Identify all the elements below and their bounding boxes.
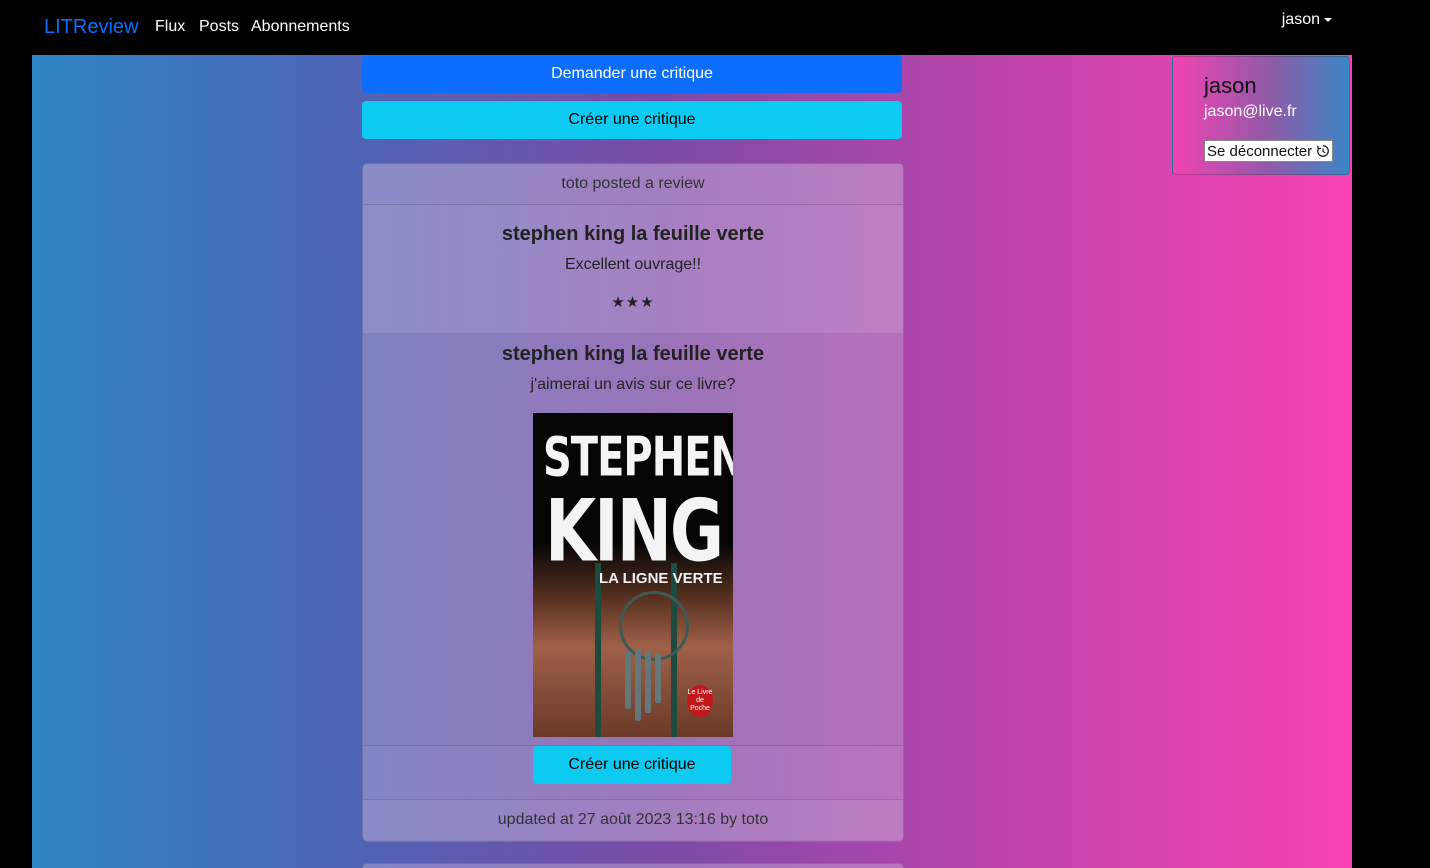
key-shape (635, 649, 641, 721)
create-review-button[interactable]: Créer une critique (362, 101, 902, 139)
logout-label: Se déconnecter (1207, 142, 1313, 160)
review-body: Excellent ouvrage!! (564, 256, 702, 273)
cover-author-line1: STEPHEN (543, 427, 733, 490)
caret-down-icon (1324, 17, 1332, 22)
user-menu-label: jason (1281, 11, 1320, 28)
nav-link-abonnements[interactable]: Abonnements (251, 18, 350, 36)
nav-link-flux[interactable]: Flux (155, 18, 185, 36)
create-review-from-ticket-button[interactable]: Créer une critique (533, 746, 731, 784)
logout-button[interactable]: Se déconnecter (1204, 140, 1334, 162)
navbar: LITReview Flux Posts Abonnements jason (0, 0, 1430, 55)
gate-bar (595, 563, 601, 737)
key-shape (645, 651, 651, 713)
book-cover-image: STEPHEN KING LA LIGNE VERTE Le Livre de … (533, 413, 733, 737)
review-title: stephen king la feuille verte (501, 223, 765, 245)
key-shape (625, 651, 631, 709)
ticket-actions: Créer une critique (363, 746, 903, 799)
next-post-card (362, 863, 904, 868)
publisher-seal: Le Livre de Poche (687, 685, 713, 717)
profile-card: jason jason@live.fr Se déconnecter (1172, 56, 1350, 175)
post-card: toto posted a review stephen king la feu… (362, 163, 904, 842)
cover-book-title: LA LIGNE VERTE (599, 570, 723, 587)
key-shape (655, 653, 661, 703)
post-footer: updated at 27 août 2023 13:16 by toto (363, 799, 903, 840)
user-menu-toggle[interactable]: jason (1282, 11, 1332, 29)
post-header: toto posted a review (363, 164, 903, 205)
profile-name: jason (1204, 73, 1257, 98)
profile-email: jason@live.fr (1204, 103, 1297, 120)
nav-link-posts[interactable]: Posts (199, 18, 239, 36)
review-block: stephen king la feuille verte Excellent … (363, 205, 903, 333)
rating-stars: ★★★ (611, 294, 655, 311)
cover-author-line2: KING (545, 481, 724, 582)
ask-review-button[interactable]: Demander une critique (362, 55, 902, 93)
ticket-title: stephen king la feuille verte (501, 343, 765, 365)
page-content: Demander une critique Créer une critique… (32, 55, 1352, 868)
ticket-block: stephen king la feuille verte j'aimerai … (363, 333, 903, 745)
logout-icon (1317, 145, 1329, 157)
brand-link[interactable]: LITReview (44, 16, 138, 39)
ticket-body: j'aimerai un avis sur ce livre? (530, 376, 736, 393)
